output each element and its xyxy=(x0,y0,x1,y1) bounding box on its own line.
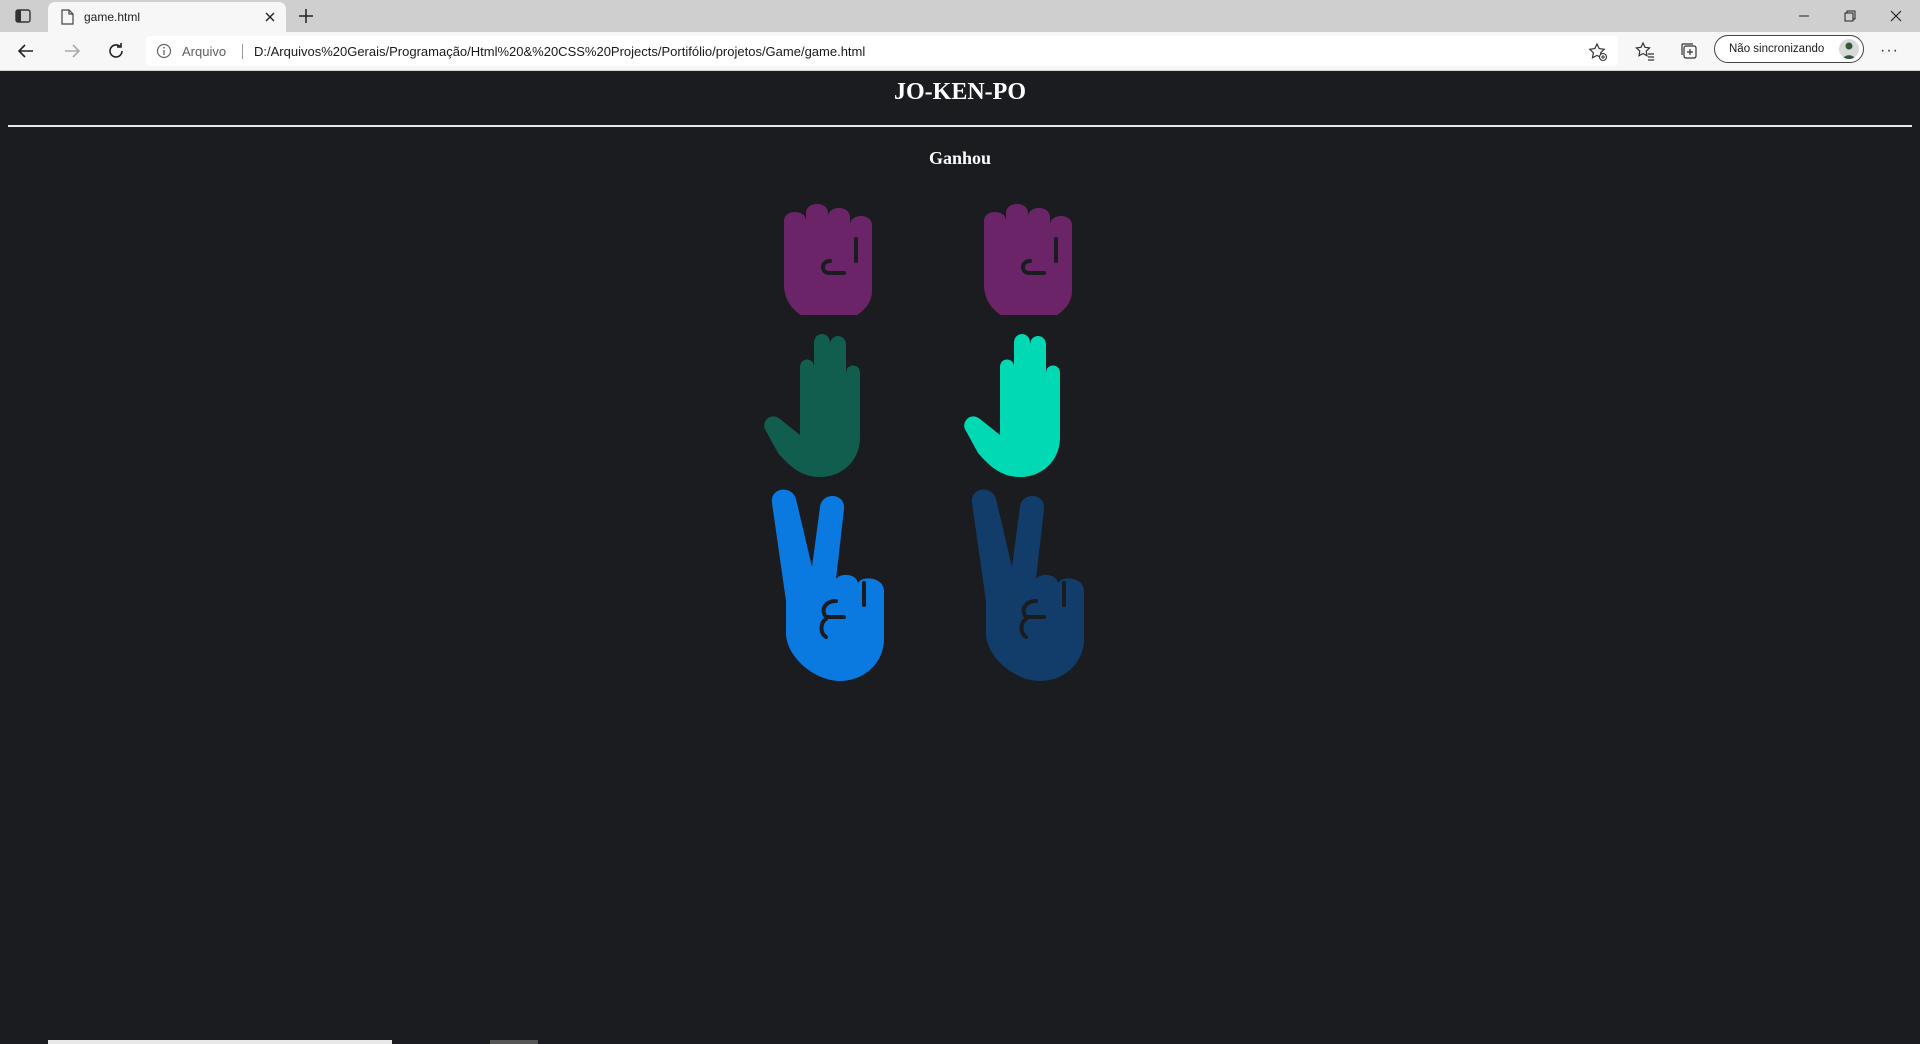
tab-strip: game.html xyxy=(0,0,1920,32)
open-hand-icon xyxy=(964,334,1060,477)
profile-button[interactable]: Não sincronizando xyxy=(1714,35,1864,63)
horizontal-scrollbar[interactable] xyxy=(48,1040,392,1044)
address-bar[interactable]: Arquivo D:/Arquivos%20Gerais/Programação… xyxy=(146,36,1618,66)
restore-icon[interactable] xyxy=(1840,6,1860,26)
back-icon[interactable] xyxy=(16,41,36,61)
forward-icon[interactable] xyxy=(62,41,82,61)
close-icon[interactable] xyxy=(262,9,278,25)
info-icon[interactable] xyxy=(156,43,172,64)
fist-icon xyxy=(784,204,872,315)
page-title: JO-KEN-PO xyxy=(894,79,1026,105)
scheme-label: Arquivo xyxy=(182,44,227,59)
cpu-paper-icon xyxy=(962,333,1080,477)
tab-game[interactable]: game.html xyxy=(48,2,286,32)
cpu-rock-icon xyxy=(976,199,1084,315)
player-paper-icon[interactable] xyxy=(762,333,880,477)
fist-icon xyxy=(984,204,1072,315)
window-close-icon[interactable] xyxy=(1886,6,1906,26)
refresh-icon[interactable] xyxy=(106,41,126,61)
divider xyxy=(242,44,243,59)
tab-title: game.html xyxy=(84,10,141,24)
plus-icon[interactable] xyxy=(296,6,316,26)
page-viewport: JO-KEN-PO Ganhou xyxy=(0,71,1920,1044)
player-scissors-icon[interactable] xyxy=(768,489,890,681)
avatar-icon xyxy=(1839,39,1859,59)
title-divider xyxy=(8,125,1912,127)
peace-hand-icon xyxy=(971,489,1084,681)
add-favorite-icon[interactable] xyxy=(1588,42,1608,67)
page-icon xyxy=(60,9,74,30)
open-hand-icon xyxy=(764,334,860,477)
url-text[interactable]: D:/Arquivos%20Gerais/Programação/Html%20… xyxy=(254,44,865,59)
player-rock-icon[interactable] xyxy=(776,199,884,315)
collections-icon[interactable] xyxy=(1678,40,1700,62)
result-text: Ganhou xyxy=(928,148,992,168)
browser-toolbar: Arquivo D:/Arquivos%20Gerais/Programação… xyxy=(0,32,1920,71)
scrollbar-thumb[interactable] xyxy=(490,1040,538,1044)
minimize-icon[interactable] xyxy=(1794,6,1814,26)
peace-hand-icon xyxy=(771,489,884,681)
profile-label: Não sincronizando xyxy=(1729,43,1825,55)
favorites-icon[interactable] xyxy=(1634,40,1656,62)
tab-actions-icon[interactable] xyxy=(14,8,32,24)
more-menu-button[interactable]: ··· xyxy=(1880,42,1906,62)
cpu-scissors-icon xyxy=(968,489,1090,681)
